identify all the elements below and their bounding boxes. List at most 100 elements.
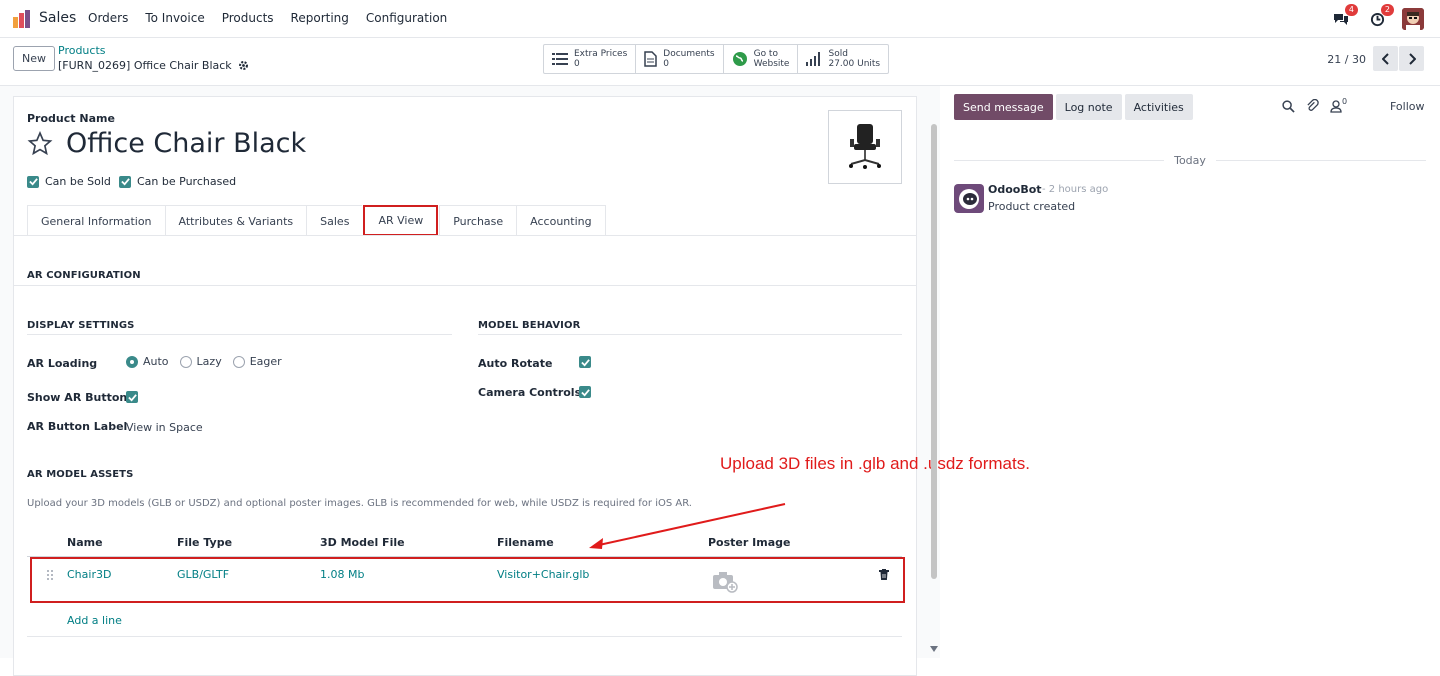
date-separator: Today (954, 154, 1427, 167)
check-icon (580, 388, 590, 397)
scroll-down-icon[interactable] (930, 646, 938, 652)
search-icon[interactable] (1282, 99, 1295, 113)
breadcrumb-products[interactable]: Products (58, 44, 106, 57)
documents-label: Documents (663, 49, 715, 59)
auto-rotate-checkbox[interactable] (579, 356, 591, 368)
annotation-text: Upload 3D files in .glb and .usdz format… (720, 454, 1030, 473)
form-scrollbar[interactable] (931, 124, 937, 579)
user-avatar[interactable] (1402, 8, 1424, 30)
odoobot-avatar[interactable] (954, 184, 984, 213)
radio-unchecked-icon (179, 355, 192, 368)
show-ar-button-label: Show AR Button (27, 391, 128, 404)
gear-icon[interactable] (238, 60, 249, 71)
drag-handle-icon[interactable] (46, 569, 54, 581)
column-filename[interactable]: Filename (497, 536, 554, 549)
message-time: - 2 hours ago (1042, 184, 1109, 195)
menu-orders[interactable]: Orders (88, 11, 128, 25)
globe-icon (732, 52, 747, 66)
show-ar-button-checkbox[interactable] (126, 391, 138, 403)
follow-button[interactable]: Follow (1390, 100, 1425, 113)
radio-auto-label: Auto (143, 355, 169, 368)
auto-rotate-label: Auto Rotate (478, 357, 553, 370)
documents-button[interactable]: Documents 0 (636, 45, 724, 73)
new-button[interactable]: New (13, 46, 55, 71)
followers-button[interactable]: 0 (1330, 97, 1347, 113)
table-row[interactable] (30, 557, 905, 603)
office-chair-icon (849, 124, 881, 169)
sold-button[interactable]: Sold 27.00 Units (798, 45, 888, 73)
model-behavior-heading: MODEL BEHAVIOR (478, 320, 581, 331)
radio-eager[interactable]: Eager (232, 355, 282, 368)
activities-button[interactable]: Activities (1124, 94, 1193, 120)
send-message-button[interactable]: Send message (954, 94, 1053, 120)
radio-lazy-label: Lazy (196, 355, 222, 368)
product-name-label: Product Name (27, 112, 115, 125)
today-label: Today (1174, 154, 1206, 167)
sales-app-icon[interactable] (12, 9, 32, 29)
product-image[interactable] (828, 110, 902, 184)
column-poster-image[interactable]: Poster Image (708, 536, 790, 549)
radio-auto[interactable]: Auto (126, 355, 169, 368)
assets-description: Upload your 3D models (GLB or USDZ) and … (27, 498, 692, 509)
go-to-website-button[interactable]: Go to Website (724, 45, 799, 73)
product-name-value[interactable]: Office Chair Black (66, 128, 306, 159)
check-icon (27, 175, 39, 188)
tab-sales[interactable]: Sales (306, 205, 363, 236)
menu-configuration[interactable]: Configuration (366, 11, 447, 25)
camera-controls-checkbox[interactable] (579, 386, 591, 398)
chevron-right-icon (1408, 52, 1416, 65)
divider (954, 160, 1165, 161)
bar-chart-icon (806, 52, 821, 66)
trash-icon[interactable] (879, 569, 889, 580)
pager-previous-button[interactable] (1373, 46, 1398, 71)
menu-products[interactable]: Products (222, 11, 274, 25)
can-be-purchased-label: Can be Purchased (137, 175, 237, 188)
can-be-sold-label: Can be Sold (45, 175, 111, 188)
record-title: [FURN_0269] Office Chair Black (58, 59, 249, 72)
pager-value[interactable]: 21 / 30 (1327, 53, 1366, 66)
extra-prices-value: 0 (574, 59, 580, 69)
menu-to-invoice[interactable]: To Invoice (145, 11, 204, 25)
chatter-actions: Send message Log note Activities (954, 94, 1193, 120)
message-author[interactable]: OdooBot (988, 183, 1042, 196)
sold-label: Sold (828, 49, 848, 59)
tab-ar-view[interactable]: AR View (363, 205, 439, 236)
can-be-purchased-checkbox[interactable]: Can be Purchased (119, 175, 236, 188)
smart-buttons: Extra Prices 0 Documents 0 Go to Website So… (543, 44, 890, 74)
extra-prices-button[interactable]: Extra Prices 0 (544, 45, 637, 73)
row-name[interactable]: Chair3D (67, 568, 111, 581)
divider (14, 285, 916, 286)
activities-button[interactable]: 2 (1366, 4, 1394, 30)
row-filename[interactable]: Visitor+Chair.glb (497, 568, 589, 581)
add-a-line-link[interactable]: Add a line (67, 614, 122, 627)
message-body: Product created (988, 200, 1076, 213)
tab-general-information[interactable]: General Information (27, 205, 165, 236)
row-model-file[interactable]: 1.08 Mb (320, 568, 364, 581)
app-name[interactable]: Sales (39, 10, 76, 26)
messages-button[interactable]: 4 (1330, 4, 1358, 30)
menu-reporting[interactable]: Reporting (291, 11, 349, 25)
row-file-type[interactable]: GLB/GLTF (177, 568, 229, 581)
camera-upload-icon[interactable] (712, 571, 739, 593)
website-label: Website (753, 59, 790, 69)
log-note-button[interactable]: Log note (1055, 94, 1122, 120)
divider (478, 334, 902, 335)
tab-attributes-variants[interactable]: Attributes & Variants (164, 205, 307, 236)
column-name[interactable]: Name (67, 536, 103, 549)
activities-badge: 2 (1380, 4, 1394, 16)
column-3d-model-file[interactable]: 3D Model File (320, 536, 405, 549)
ar-button-label-input[interactable]: View in Space (126, 421, 203, 434)
paperclip-icon[interactable] (1306, 99, 1319, 113)
star-icon[interactable] (27, 131, 53, 156)
can-be-sold-checkbox[interactable]: Can be Sold (27, 175, 111, 188)
check-icon (127, 393, 137, 402)
tab-accounting[interactable]: Accounting (516, 205, 606, 236)
top-navbar: Sales Orders To Invoice Products Reporti… (0, 0, 1440, 38)
list-icon (552, 53, 568, 65)
pager-next-button[interactable] (1399, 46, 1424, 71)
column-file-type[interactable]: File Type (177, 536, 232, 549)
radio-checked-icon (126, 355, 138, 368)
record-title-text: [FURN_0269] Office Chair Black (58, 59, 232, 72)
tab-purchase[interactable]: Purchase (439, 205, 517, 236)
radio-lazy[interactable]: Lazy (179, 355, 222, 368)
